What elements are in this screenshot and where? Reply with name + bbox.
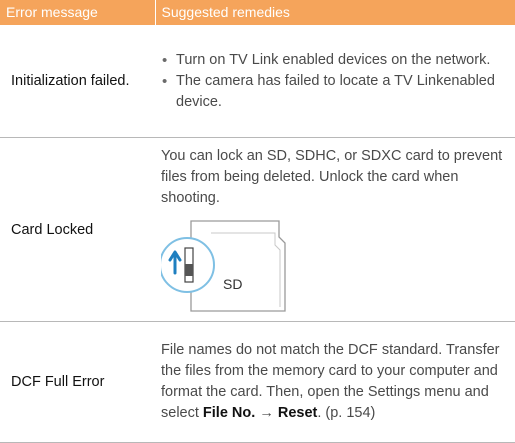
error-table: Error message Suggested remedies Initial… bbox=[0, 0, 515, 443]
error-name: DCF Full Error bbox=[0, 321, 155, 443]
error-name: Card Locked bbox=[0, 137, 155, 322]
arrow-text: → bbox=[255, 405, 278, 421]
remedy-list: • Turn on TV Link enabled devices on the… bbox=[161, 50, 515, 113]
remedy-cell: You can lock an SD, SDHC, or SDXC card t… bbox=[155, 137, 515, 322]
remedy-text: You can lock an SD, SDHC, or SDXC card t… bbox=[161, 147, 503, 206]
error-name: Initialization failed. bbox=[0, 25, 155, 138]
menu-item-file-no: File No. bbox=[202, 405, 256, 421]
card-label: SD bbox=[223, 276, 242, 292]
remedy-text: Turn on TV Link enabled devices on the n… bbox=[176, 51, 491, 68]
bullet-icon: • bbox=[162, 51, 168, 69]
table-row: Initialization failed. • Turn on TV Link… bbox=[0, 25, 515, 138]
list-item: • Turn on TV Link enabled devices on the… bbox=[161, 50, 515, 71]
remedy-text: File names do not match the DCF standard… bbox=[161, 340, 515, 424]
table-header-row: Error message Suggested remedies bbox=[0, 0, 515, 25]
menu-value-reset: Reset bbox=[277, 405, 318, 421]
bullet-icon: • bbox=[162, 72, 168, 90]
header-error-message: Error message bbox=[0, 0, 156, 25]
remedy-cell: File names do not match the DCF standard… bbox=[155, 321, 515, 443]
header-suggested-remedies: Suggested remedies bbox=[155, 0, 515, 25]
remedy-text: The camera has failed to locate a TV Lin… bbox=[176, 72, 495, 110]
sd-card-illustration: SD bbox=[159, 219, 515, 314]
table-row: Card Locked You can lock an SD, SDHC, or… bbox=[0, 137, 515, 322]
remedy-cell: • Turn on TV Link enabled devices on the… bbox=[155, 25, 515, 138]
table-row: DCF Full Error File names do not match t… bbox=[0, 321, 515, 443]
sd-card-icon: SD bbox=[159, 219, 286, 312]
remedy-text-part2: . (p. 154) bbox=[317, 405, 376, 421]
list-item: • The camera has failed to locate a TV L… bbox=[161, 71, 515, 113]
